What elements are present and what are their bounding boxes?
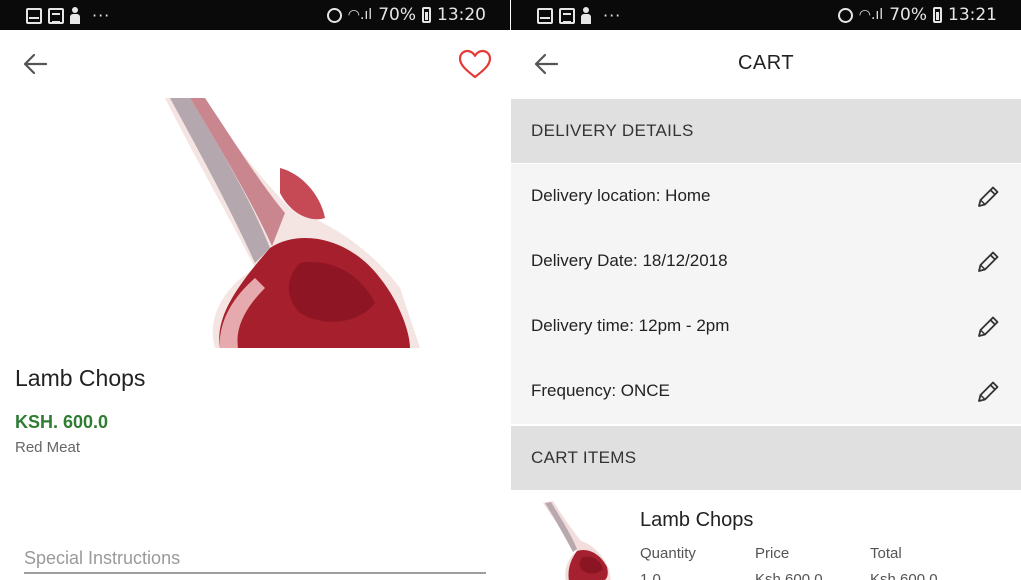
clock: 13:20 <box>437 5 486 25</box>
quantity-column-header: Quantity <box>640 545 696 562</box>
cart-item-name: Lamb Chops <box>640 509 754 531</box>
edit-date-button[interactable] <box>975 249 1001 275</box>
product-category: Red Meat <box>15 439 81 456</box>
cart-items-header: CART ITEMS <box>511 426 1021 490</box>
alarm-icon <box>837 7 853 23</box>
quantity-value: 1.0 <box>640 571 661 580</box>
product-price: KSH. 600.0 <box>15 412 109 432</box>
delivery-details-header: DELIVERY DETAILS <box>511 99 1021 163</box>
delivery-date-row[interactable]: Delivery Date: 18/12/2018 <box>511 229 1021 294</box>
mail-icon <box>537 7 553 24</box>
delivery-time-label: Delivery time: 12pm - 2pm <box>531 316 730 335</box>
news-icon <box>559 7 575 24</box>
wifi-signal-icon: ◠.ıl <box>858 7 884 23</box>
product-detail-screen: ··· ◠.ıl 70% 13:20 Lamb Chops KSH. 600.0… <box>0 0 510 580</box>
news-icon <box>48 7 64 24</box>
clock: 13:21 <box>948 5 997 25</box>
status-bar: ··· ◠.ıl 70% 13:21 <box>511 0 1021 30</box>
status-bar: ··· ◠.ıl 70% 13:20 <box>0 0 510 30</box>
back-button[interactable] <box>22 52 48 76</box>
cart-item[interactable]: Lamb Chops Quantity Price Total 1.0 Ksh … <box>511 491 1021 580</box>
delivery-date-label: Delivery Date: 18/12/2018 <box>531 251 728 270</box>
section-title: DELIVERY DETAILS <box>531 121 694 140</box>
edit-time-button[interactable] <box>975 314 1001 340</box>
person-icon <box>581 7 591 24</box>
mail-icon <box>26 7 42 24</box>
product-name: Lamb Chops <box>15 365 146 391</box>
wifi-signal-icon: ◠.ıl <box>347 7 373 23</box>
price-column-header: Price <box>755 545 790 562</box>
frequency-row[interactable]: Frequency: ONCE <box>511 359 1021 424</box>
favorite-button[interactable] <box>458 49 492 79</box>
edit-frequency-button[interactable] <box>975 379 1001 405</box>
pencil-icon <box>978 186 999 207</box>
person-icon <box>70 7 80 24</box>
pencil-icon <box>978 251 999 272</box>
app-bar <box>0 30 510 98</box>
page-title: CART <box>737 52 795 74</box>
delivery-location-row[interactable]: Delivery location: Home <box>511 164 1021 229</box>
heart-icon <box>458 49 492 79</box>
special-instructions-input[interactable] <box>24 544 486 574</box>
arrow-left-icon <box>23 53 48 75</box>
delivery-location-label: Delivery location: Home <box>531 186 711 205</box>
battery-icon <box>422 7 431 23</box>
total-column-header: Total <box>870 545 902 562</box>
battery-percent: 70% <box>889 5 927 25</box>
price-value: Ksh 600.0 <box>755 571 823 580</box>
total-value: Ksh 600.0 <box>870 571 938 580</box>
frequency-label: Frequency: ONCE <box>531 381 670 400</box>
more-notifications-icon: ··· <box>92 6 111 25</box>
lamb-chop-photo <box>165 98 420 348</box>
section-title: CART ITEMS <box>531 448 637 467</box>
delivery-time-row[interactable]: Delivery time: 12pm - 2pm <box>511 294 1021 359</box>
cart-item-thumbnail <box>541 499 613 580</box>
app-bar: CART <box>511 30 1021 98</box>
pencil-icon <box>978 316 999 337</box>
battery-percent: 70% <box>378 5 416 25</box>
edit-location-button[interactable] <box>975 184 1001 210</box>
alarm-icon <box>326 7 342 23</box>
product-image <box>160 98 420 348</box>
pencil-icon <box>978 381 999 402</box>
lamb-chop-thumbnail <box>543 501 611 580</box>
cart-screen: ··· ◠.ıl 70% 13:21 CART DELIVERY DETAILS… <box>511 0 1021 580</box>
more-notifications-icon: ··· <box>603 6 622 25</box>
battery-icon <box>933 7 942 23</box>
